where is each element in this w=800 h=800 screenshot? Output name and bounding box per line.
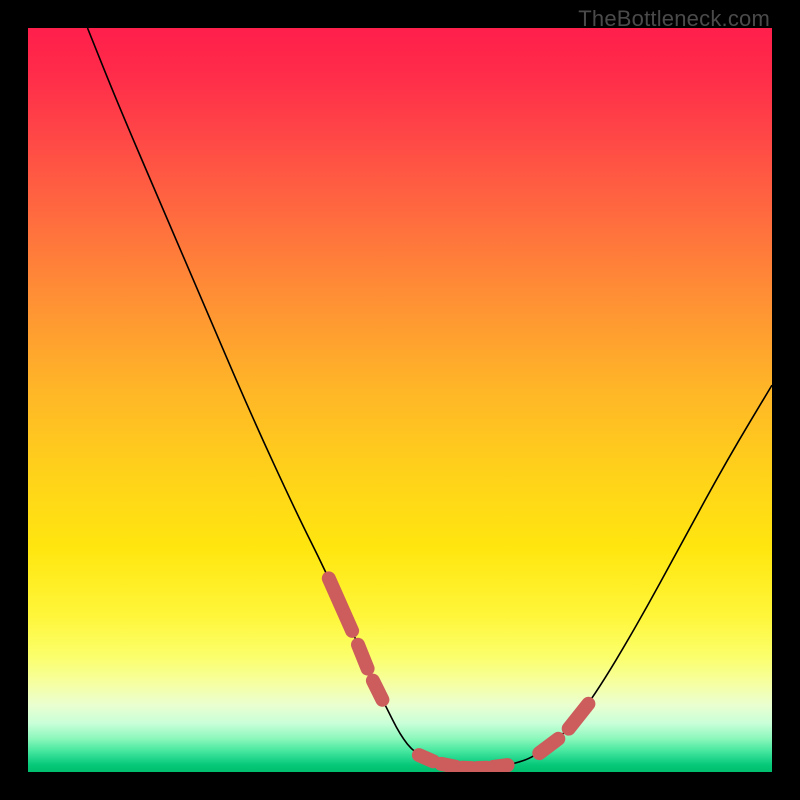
curve-svg (28, 28, 772, 772)
highlight-dash (329, 578, 352, 630)
highlight-group (329, 578, 589, 768)
highlight-dash (441, 764, 455, 767)
highlight-dash (539, 739, 558, 753)
highlight-dash (419, 755, 433, 761)
chart-frame: TheBottleneck.com (0, 0, 800, 800)
bottleneck-curve (88, 28, 773, 768)
highlight-dash (373, 681, 383, 700)
highlight-dash (493, 765, 507, 767)
highlight-dash (358, 645, 368, 669)
highlight-dash (569, 704, 589, 729)
plot-area (28, 28, 772, 772)
